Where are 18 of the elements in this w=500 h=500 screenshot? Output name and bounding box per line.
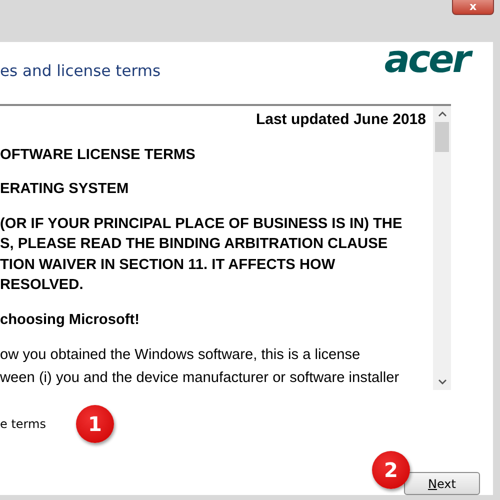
license-text-line: choosing Microsoft! (0, 310, 140, 330)
close-button[interactable]: x (452, 0, 494, 15)
accept-label[interactable]: e terms (0, 416, 46, 431)
step-badge: 2 (372, 451, 410, 489)
license-text-line: ween (i) you and the device manufacturer or software installer (0, 369, 400, 388)
scrollbar-thumb[interactable] (435, 122, 449, 152)
license-text-line: RESOLVED. (0, 276, 84, 296)
license-text-line: TION WAIVER IN SECTION 11. IT AFFECTS HOW (0, 256, 336, 275)
license-text-line: ERATING SYSTEM (0, 180, 130, 200)
license-text-line: S, PLEASE READ THE BINDING ARBITRATION CLAUSE (0, 235, 389, 254)
license-text-line: (OR IF YOUR PRINCIPAL PLACE OF BUSINESS IS IN) THE (0, 214, 404, 234)
step-badge: 1 (76, 404, 114, 443)
license-text-line: ow you obtained the Windows software, this is a license (0, 346, 362, 366)
scrollbar[interactable] (433, 106, 451, 390)
page-heading: es and license terms (0, 62, 161, 80)
next-button[interactable]: Next (404, 472, 480, 495)
license-text-line: OFTWARE LICENSE TERMS (0, 146, 196, 165)
license-text-line: Last updated June 2018 (256, 110, 427, 130)
